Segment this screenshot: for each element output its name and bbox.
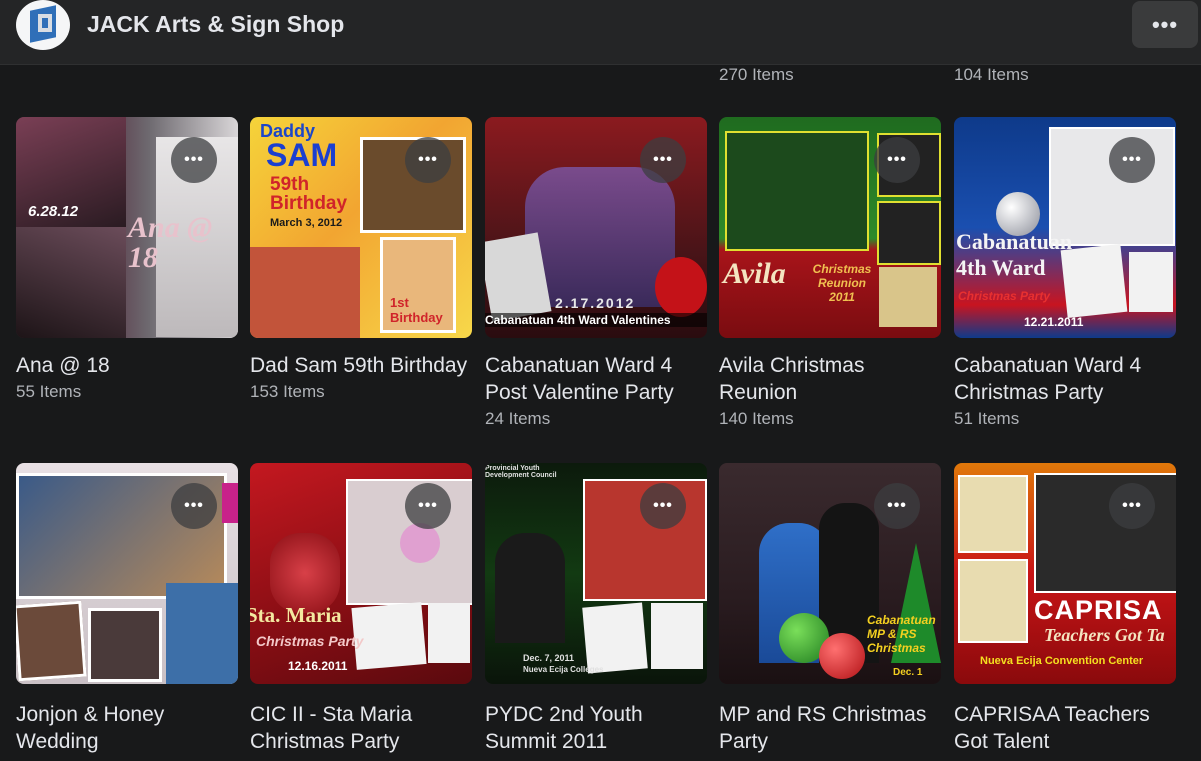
album-title[interactable]: MP and RS Christmas Party bbox=[719, 701, 941, 755]
more-icon: ••• bbox=[184, 497, 204, 514]
album-card[interactable]: Provincial Youth Development Council Dec… bbox=[485, 463, 707, 757]
page-header: JACK Arts & Sign Shop ••• bbox=[0, 0, 1201, 65]
album-overlay-date: Dec. 7, 2011 bbox=[523, 653, 575, 663]
album-title[interactable]: PYDC 2nd Youth Summit 2011 bbox=[485, 701, 707, 755]
album-title[interactable]: Jonjon & Honey Wedding bbox=[16, 701, 238, 755]
album-thumbnail[interactable]: Cabanatuan MP & RS Christmas Dec. 1 ••• bbox=[719, 463, 941, 684]
logo-core bbox=[42, 18, 48, 28]
page-title[interactable]: JACK Arts & Sign Shop bbox=[87, 11, 344, 38]
album-more-button[interactable]: ••• bbox=[171, 483, 217, 529]
album-overlay-date: 6.28.12 bbox=[28, 203, 79, 220]
album-more-button[interactable]: ••• bbox=[405, 137, 451, 183]
album-more-button[interactable]: ••• bbox=[640, 483, 686, 529]
album-more-button[interactable]: ••• bbox=[171, 137, 217, 183]
album-item-count: 24 Items bbox=[485, 409, 551, 428]
album-title[interactable]: Cabanatuan Ward 4 Christmas Party bbox=[954, 352, 1176, 406]
previous-album-count: 270 Items bbox=[719, 65, 794, 84]
album-more-button[interactable]: ••• bbox=[874, 483, 920, 529]
album-title[interactable]: CAPRISAA Teachers Got Talent bbox=[954, 701, 1176, 755]
album-overlay-text: Cabanatuan MP & RS Christmas bbox=[867, 613, 936, 655]
album-card[interactable]: ••• Jonjon & Honey Wedding bbox=[16, 463, 238, 757]
more-icon: ••• bbox=[1151, 11, 1179, 37]
album-item-count: 55 Items bbox=[16, 382, 82, 401]
more-icon: ••• bbox=[653, 497, 673, 514]
album-card[interactable]: CAPRISA Teachers Got Ta Nueva Ecija Conv… bbox=[954, 463, 1176, 757]
album-item-count: 140 Items bbox=[719, 409, 794, 428]
album-title[interactable]: CIC II - Sta Maria Christmas Party bbox=[250, 701, 472, 755]
album-overlay-text: 1st Birthday bbox=[390, 295, 443, 325]
album-thumbnail[interactable]: 6.28.12 Ana @ 18 ••• bbox=[16, 117, 238, 338]
more-icon: ••• bbox=[184, 151, 204, 168]
page-avatar[interactable] bbox=[16, 0, 70, 50]
album-more-button[interactable]: ••• bbox=[1109, 137, 1155, 183]
album-thumbnail[interactable]: Provincial Youth Development Council Dec… bbox=[485, 463, 707, 684]
more-icon: ••• bbox=[418, 497, 438, 514]
album-thumbnail[interactable]: Daddy SAM 59th Birthday March 3, 2012 1s… bbox=[250, 117, 472, 338]
album-overlay-text: Christmas Party bbox=[958, 289, 1051, 303]
more-icon: ••• bbox=[1122, 151, 1142, 168]
album-thumbnail[interactable]: CAPRISA Teachers Got Ta Nueva Ecija Conv… bbox=[954, 463, 1176, 684]
album-overlay-text: CAPRISA bbox=[1034, 595, 1163, 625]
album-overlay-date: 2.17.2012 bbox=[555, 295, 636, 311]
album-overlay-text: Sta. Maria bbox=[250, 603, 342, 627]
album-overlay-text: Christmas Party bbox=[256, 633, 364, 649]
album-overlay-text: Nueva Ecija Convention Center bbox=[980, 655, 1144, 667]
album-card[interactable]: Cabanatuan MP & RS Christmas Dec. 1 ••• … bbox=[719, 463, 941, 757]
album-overlay-date: March 3, 2012 bbox=[270, 217, 343, 229]
more-icon: ••• bbox=[1122, 497, 1142, 514]
more-icon: ••• bbox=[653, 151, 673, 168]
album-overlay-text: Christmas Reunion 2011 bbox=[812, 262, 872, 304]
album-overlay-text: Teachers Got Ta bbox=[1044, 625, 1165, 645]
album-card[interactable]: Avila Christmas Reunion 2011 ••• Avila C… bbox=[719, 117, 941, 430]
previous-album-count: 104 Items bbox=[954, 65, 1029, 84]
album-overlay-text: 59th Birthday bbox=[270, 174, 348, 214]
album-overlay-text: Provincial Youth Development Council bbox=[485, 465, 557, 479]
album-card[interactable]: Cabanatuan 4th Ward Christmas Party 12.2… bbox=[954, 117, 1176, 430]
album-overlay-date: 12.21.2011 bbox=[1024, 315, 1084, 329]
album-thumbnail[interactable]: 2.17.2012 Cabanatuan 4th Ward Valentines… bbox=[485, 117, 707, 338]
more-icon: ••• bbox=[887, 151, 907, 168]
album-card[interactable]: 2.17.2012 Cabanatuan 4th Ward Valentines… bbox=[485, 117, 707, 430]
album-thumbnail[interactable]: Avila Christmas Reunion 2011 ••• bbox=[719, 117, 941, 338]
album-overlay-date: 12.16.2011 bbox=[288, 659, 348, 673]
album-overlay-text: Nueva Ecija Colleges bbox=[523, 665, 604, 674]
album-thumbnail[interactable]: ••• bbox=[16, 463, 238, 684]
album-title[interactable]: Dad Sam 59th Birthday bbox=[250, 352, 472, 379]
more-icon: ••• bbox=[887, 497, 907, 514]
album-title[interactable]: Avila Christmas Reunion bbox=[719, 352, 941, 406]
album-more-button[interactable]: ••• bbox=[1109, 483, 1155, 529]
album-overlay-text: Ana @ 18 bbox=[128, 211, 213, 274]
album-overlay-text: Avila bbox=[723, 257, 786, 290]
more-icon: ••• bbox=[418, 151, 438, 168]
album-more-button[interactable]: ••• bbox=[640, 137, 686, 183]
album-more-button[interactable]: ••• bbox=[405, 483, 451, 529]
album-item-count: 51 Items bbox=[954, 409, 1020, 428]
album-more-button[interactable]: ••• bbox=[874, 137, 920, 183]
album-thumbnail[interactable]: Sta. Maria Christmas Party 12.16.2011 ••… bbox=[250, 463, 472, 684]
album-overlay-text: SAM bbox=[266, 137, 338, 173]
album-overlay-text: Cabanatuan 4th Ward Valentines bbox=[485, 313, 707, 327]
album-card[interactable]: Daddy SAM 59th Birthday March 3, 2012 1s… bbox=[250, 117, 472, 403]
more-options-button[interactable]: ••• bbox=[1132, 1, 1198, 48]
album-title[interactable]: Cabanatuan Ward 4 Post Valentine Party bbox=[485, 352, 707, 406]
album-card[interactable]: 6.28.12 Ana @ 18 ••• Ana @ 18 55 Items bbox=[16, 117, 238, 403]
album-title[interactable]: Ana @ 18 bbox=[16, 352, 238, 379]
album-card[interactable]: Sta. Maria Christmas Party 12.16.2011 ••… bbox=[250, 463, 472, 757]
album-item-count: 153 Items bbox=[250, 382, 325, 401]
album-overlay-text: Cabanatuan 4th Ward bbox=[956, 229, 1073, 280]
album-overlay-date: Dec. 1 bbox=[893, 667, 923, 678]
album-thumbnail[interactable]: Cabanatuan 4th Ward Christmas Party 12.2… bbox=[954, 117, 1176, 338]
